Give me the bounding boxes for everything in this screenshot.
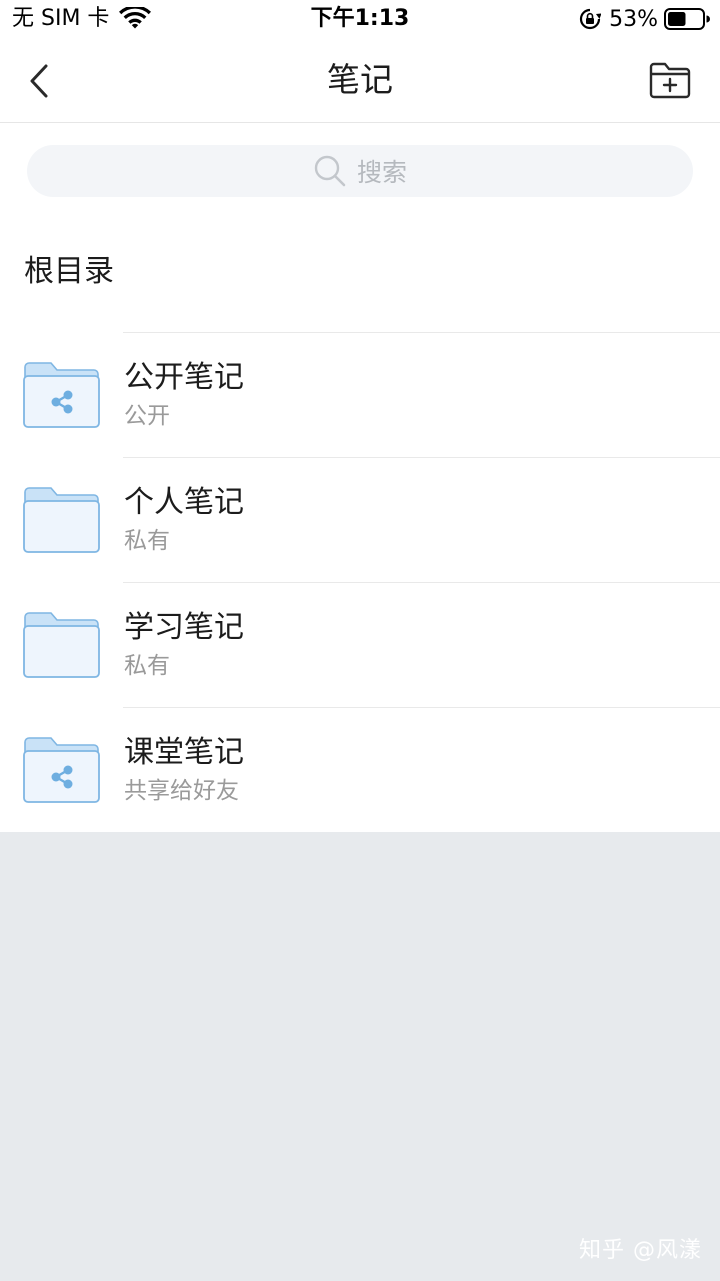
navigation-bar: 笔记 [0,40,720,123]
folder-icon [23,612,100,678]
folder-name: 公开笔记 [124,360,244,395]
folder-name: 个人笔记 [124,485,244,520]
orientation-lock-icon [580,8,602,30]
search-input[interactable]: 搜索 [27,145,693,197]
folder-item-public-notes[interactable]: 公开笔记 公开 [0,332,720,457]
battery-icon [664,8,710,30]
divider [123,707,720,708]
shared-folder-icon [23,362,100,428]
folder-item-class-notes[interactable]: 课堂笔记 共享给好友 [0,707,720,832]
folder-visibility: 共享给好友 [124,778,239,804]
divider [123,457,720,458]
folder-item-study-notes[interactable]: 学习笔记 私有 [0,582,720,707]
folder-name: 学习笔记 [124,610,244,645]
folder-list: 公开笔记 公开 个人笔记 私有 学习笔记 私有 课堂笔记 共享给好友 [0,332,720,832]
folder-visibility: 私有 [124,653,170,679]
divider [123,582,720,583]
folder-item-personal-notes[interactable]: 个人笔记 私有 [0,457,720,582]
folder-name: 课堂笔记 [124,735,244,770]
section-title: 根目录 [24,254,114,289]
status-bar: 无 SIM 卡 下午1:13 53% [0,0,720,40]
folder-visibility: 公开 [124,403,170,429]
folder-visibility: 私有 [124,528,170,554]
divider [123,332,720,333]
battery-percent: 53% [609,6,658,32]
watermark: 知乎 @风漾 [579,1238,702,1263]
page-title: 笔记 [327,60,393,99]
add-folder-icon[interactable] [648,60,692,100]
search-icon [314,155,346,187]
search-placeholder: 搜索 [356,158,407,187]
status-indicators: 53% [579,4,710,34]
folder-icon [23,487,100,553]
shared-folder-icon [23,737,100,803]
chevron-left-icon[interactable] [22,60,58,102]
